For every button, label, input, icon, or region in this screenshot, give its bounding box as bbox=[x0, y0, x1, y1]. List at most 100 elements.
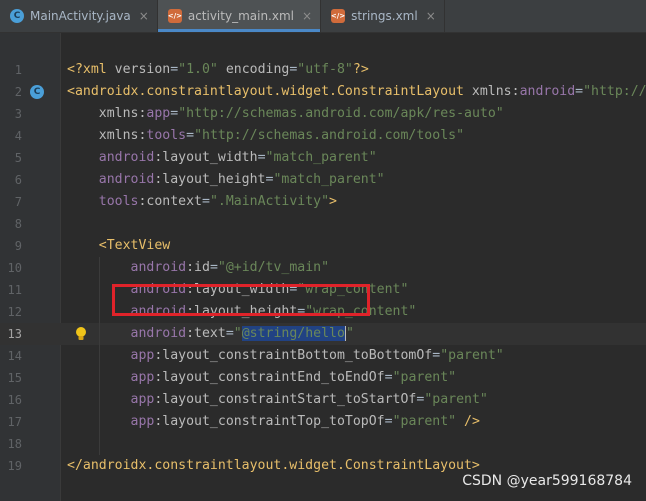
code-line[interactable]: 16 app:layout_constraintStart_toStartOf=… bbox=[0, 389, 646, 411]
code-token: <?xml bbox=[67, 62, 115, 77]
code-text: android:id="@+id/tv_main" bbox=[67, 257, 330, 279]
code-line[interactable]: 12 android:layout_height="wrap_content" bbox=[0, 301, 646, 323]
code-token: "match_parent" bbox=[265, 150, 377, 165]
tab-label: MainActivity.java bbox=[30, 9, 131, 23]
code-token: " bbox=[233, 326, 242, 341]
code-token: "match_parent" bbox=[273, 172, 385, 187]
code-token: xmlns: bbox=[98, 106, 147, 121]
class-gutter-icon[interactable]: C bbox=[30, 85, 44, 99]
close-icon[interactable]: × bbox=[426, 9, 436, 23]
line-number: 9 bbox=[14, 239, 22, 253]
code-line[interactable]: 1 <?xml version="1.0" encoding="utf-8"?> bbox=[0, 59, 646, 81]
code-token: "parent" bbox=[392, 414, 457, 429]
line-number: 8 bbox=[14, 217, 22, 231]
code-text: app:layout_constraintStart_toStartOf="pa… bbox=[67, 389, 488, 411]
code-line[interactable]: 4 xmlns:tools="http://schemas.android.co… bbox=[0, 125, 646, 147]
code-line[interactable]: 10 android:id="@+id/tv_main" bbox=[0, 257, 646, 279]
code-token: android bbox=[98, 150, 155, 165]
code-token: version bbox=[114, 62, 171, 77]
code-token: <androidx.constraintlayout.widget.Constr… bbox=[67, 84, 472, 99]
code-token: :text bbox=[186, 326, 226, 341]
code-line[interactable]: 13 android:text="@string/hello" bbox=[0, 323, 646, 345]
code-token: = bbox=[209, 260, 218, 275]
java-class-icon: C bbox=[10, 9, 24, 23]
code-token: app bbox=[130, 392, 155, 407]
code-token: xmlns: bbox=[471, 84, 520, 99]
code-token: android bbox=[519, 84, 576, 99]
code-token: android bbox=[98, 172, 155, 187]
code-token: "http://schemas.android.com/tools" bbox=[194, 128, 465, 143]
tab-strings-xml[interactable]: </> strings.xml × bbox=[321, 0, 445, 32]
code-token: = bbox=[225, 326, 234, 341]
code-token: android bbox=[130, 304, 187, 319]
line-number: 12 bbox=[7, 305, 22, 319]
close-icon[interactable]: × bbox=[302, 9, 312, 23]
code-line[interactable]: 17 app:layout_constraintTop_toTopOf="par… bbox=[0, 411, 646, 433]
code-line[interactable]: 8 bbox=[0, 213, 646, 235]
line-number: 5 bbox=[14, 151, 22, 165]
code-token: ".MainActivity" bbox=[209, 194, 330, 209]
code-token: "http:// bbox=[583, 84, 646, 99]
line-number: 19 bbox=[7, 459, 22, 473]
code-line[interactable]: 5 android:layout_width="match_parent" bbox=[0, 147, 646, 169]
code-token: :context bbox=[138, 194, 202, 209]
code-token: :layout_width bbox=[186, 282, 290, 297]
code-text: app:layout_constraintEnd_toEndOf="parent… bbox=[67, 367, 457, 389]
code-editor[interactable]: 1 <?xml version="1.0" encoding="utf-8"?> 2… bbox=[0, 33, 646, 501]
code-token: tools bbox=[98, 194, 139, 209]
code-token: :layout_constraintBottom_toBottomOf bbox=[154, 348, 433, 363]
code-token: "1.0" bbox=[178, 62, 218, 77]
code-token: > bbox=[329, 194, 337, 209]
code-token: app bbox=[130, 370, 155, 385]
code-text: android:layout_height="match_parent" bbox=[67, 169, 385, 191]
indent-guide bbox=[99, 257, 100, 455]
code-token: = bbox=[202, 194, 210, 209]
code-token: "parent" bbox=[440, 348, 504, 363]
code-token: app bbox=[130, 414, 155, 429]
code-text: <?xml version="1.0" encoding="utf-8"?> bbox=[67, 59, 369, 81]
code-token: "parent" bbox=[424, 392, 488, 407]
code-line[interactable]: 9 <TextView bbox=[0, 235, 646, 257]
code-line[interactable]: 2 <androidx.constraintlayout.widget.Const… bbox=[0, 81, 646, 103]
editor-tab-bar: C MainActivity.java × </> activity_main.xml ×… bbox=[0, 0, 646, 33]
code-line[interactable]: 3 xmlns:app="http://schemas.android.com/… bbox=[0, 103, 646, 125]
code-text: android:text="@string/hello" bbox=[67, 323, 354, 345]
code-token: :id bbox=[186, 260, 210, 275]
code-line[interactable]: 15 app:layout_constraintEnd_toEndOf="par… bbox=[0, 367, 646, 389]
close-icon[interactable]: × bbox=[139, 9, 149, 23]
tab-label: activity_main.xml bbox=[187, 9, 294, 23]
lightbulb-icon[interactable] bbox=[75, 326, 87, 342]
code-text: </androidx.constraintlayout.widget.Const… bbox=[67, 455, 480, 477]
code-token: </androidx.constraintlayout.widget.Const… bbox=[67, 458, 480, 473]
code-line[interactable]: 7 tools:context=".MainActivity"> bbox=[0, 191, 646, 213]
xml-file-icon: </> bbox=[331, 9, 345, 23]
code-line[interactable]: 11 android:layout_width="wrap_content" bbox=[0, 279, 646, 301]
code-token: xmlns: bbox=[98, 128, 147, 143]
line-number: 16 bbox=[7, 393, 22, 407]
code-line[interactable]: 6 android:layout_height="match_parent" bbox=[0, 169, 646, 191]
code-token: = bbox=[575, 84, 584, 99]
tab-mainactivity-java[interactable]: C MainActivity.java × bbox=[0, 0, 158, 32]
code-line[interactable]: 14 app:layout_constraintBottom_toBottomO… bbox=[0, 345, 646, 367]
code-text: tools:context=".MainActivity"> bbox=[67, 191, 337, 213]
code-token: /> bbox=[456, 414, 480, 429]
tab-activity-main-xml[interactable]: </> activity_main.xml × bbox=[157, 0, 322, 32]
code-token: :layout_height bbox=[154, 172, 266, 187]
code-token: "wrap_content" bbox=[297, 282, 409, 297]
code-token: encoding bbox=[217, 62, 290, 77]
code-token: app bbox=[130, 348, 155, 363]
line-number: 3 bbox=[14, 107, 22, 121]
line-number: 2 bbox=[14, 85, 22, 99]
line-number: 13 bbox=[7, 327, 22, 341]
code-line[interactable]: 18 bbox=[0, 433, 646, 455]
code-text: android:layout_width="match_parent" bbox=[67, 147, 377, 169]
code-token: ?> bbox=[352, 62, 369, 77]
code-token: = bbox=[432, 348, 441, 363]
code-text: app:layout_constraintTop_toTopOf="parent… bbox=[67, 411, 480, 433]
code-text: android:layout_width="wrap_content" bbox=[67, 279, 409, 301]
